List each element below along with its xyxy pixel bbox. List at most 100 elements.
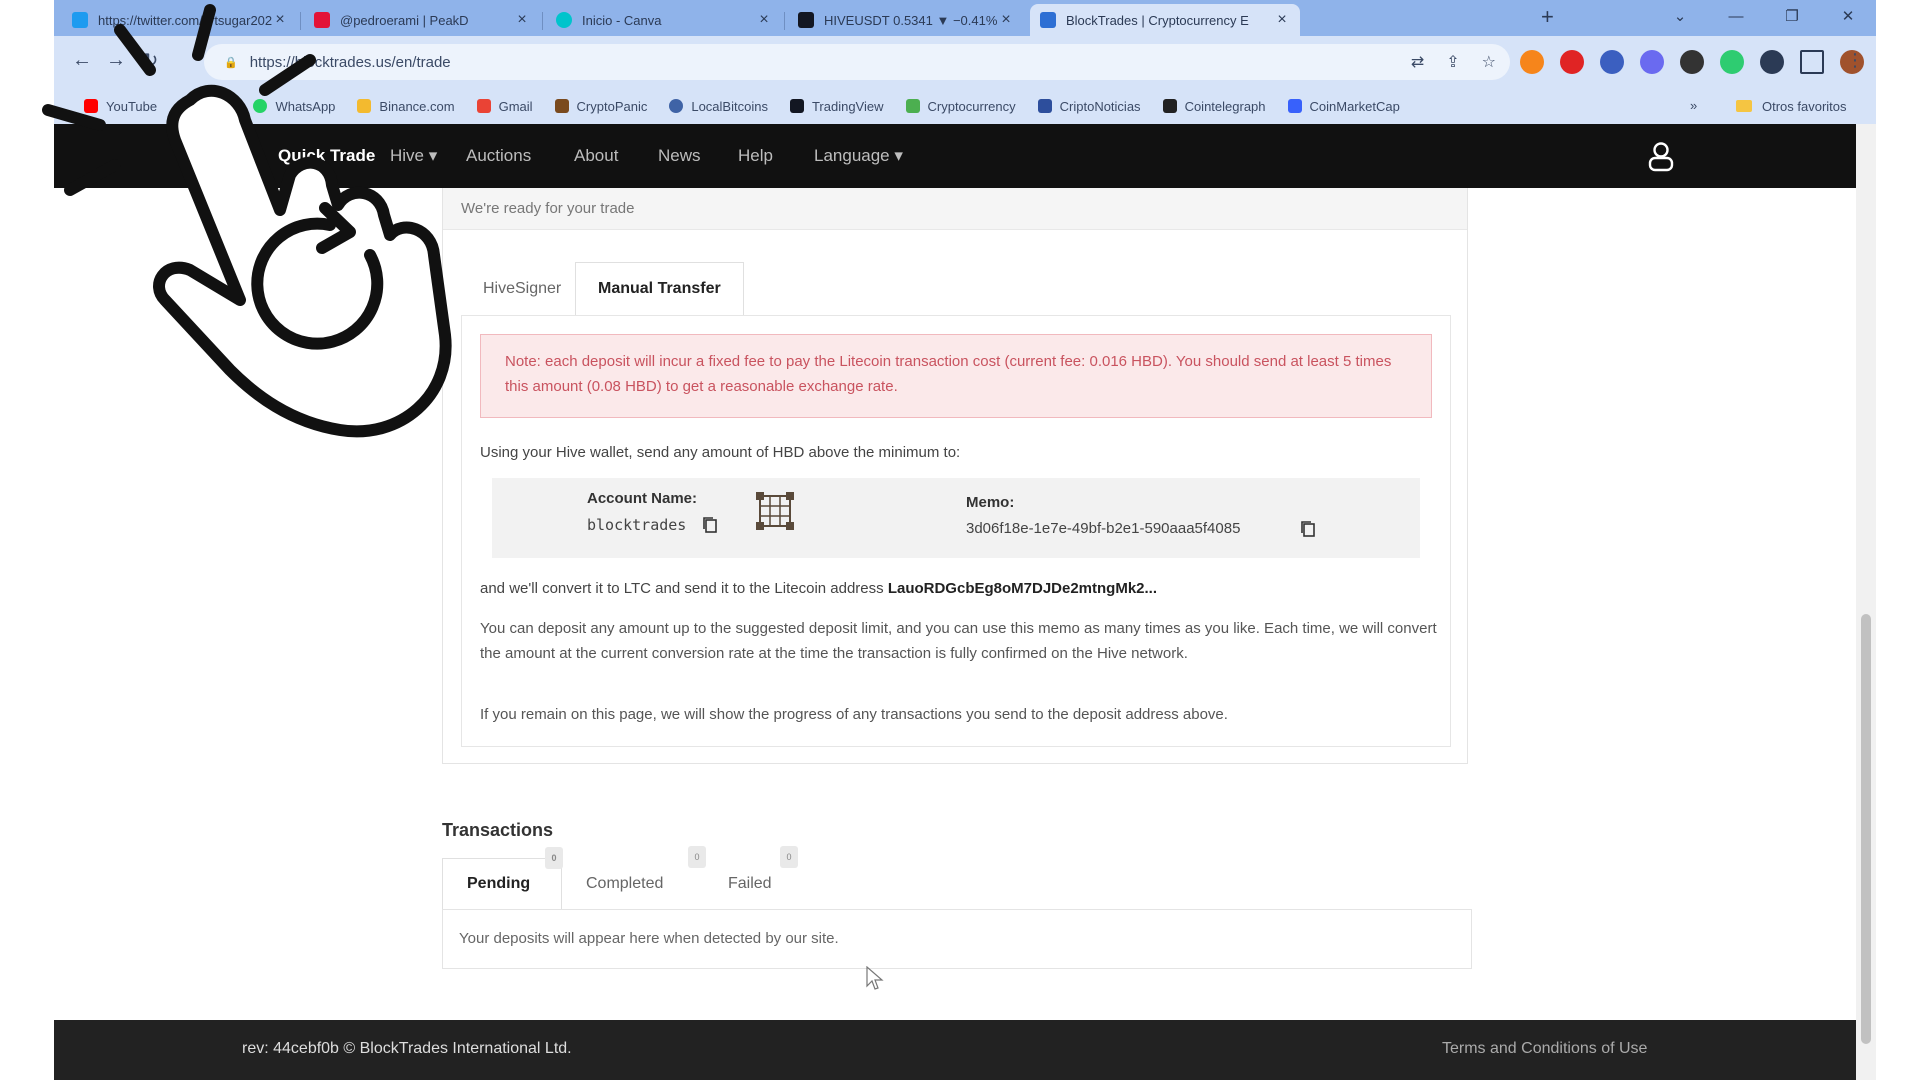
card-header: We're ready for your trade (443, 188, 1467, 230)
tab-title: Inicio - Canva (582, 12, 662, 28)
bookmark-label: YouTube (106, 98, 158, 114)
blocktrades-icon (1040, 12, 1056, 28)
browser-window: https://twitter.com/artsugar202 × @pedro… (54, 0, 1876, 1080)
tradingview-icon (789, 99, 804, 113)
screenshot-stage: https://twitter.com/artsugar202 × @pedro… (0, 0, 1920, 1080)
translate-icon[interactable]: ⇄ (1411, 52, 1424, 72)
count-badge: 0 (780, 846, 798, 868)
address-bar[interactable]: 🔒 https://blocktrades.us/en/trade ⇄ ⇪ ☆ (204, 44, 1510, 80)
reload-icon[interactable]: ↻ (138, 48, 162, 72)
close-icon[interactable]: × (756, 11, 772, 29)
copy-icon[interactable] (702, 516, 718, 534)
bookmark-binance[interactable]: Binance.com (357, 99, 455, 114)
metamask-icon[interactable] (1520, 50, 1544, 74)
bookmark-label: Drive (201, 98, 232, 114)
nav-about[interactable]: About (574, 146, 618, 166)
back-icon[interactable]: ← (70, 48, 94, 72)
nav-auctions[interactable]: Auctions (466, 146, 531, 166)
page-viewport: Quick Trade Hive ▾ Auctions About News H… (54, 124, 1876, 1080)
share-icon[interactable]: ⇪ (1446, 52, 1459, 72)
puzzle-icon[interactable] (1760, 50, 1784, 74)
restore-icon[interactable]: ❐ (1764, 0, 1820, 32)
memo-label: Memo: (966, 494, 1015, 511)
drive-icon (179, 99, 194, 113)
tab-manual-transfer[interactable]: Manual Transfer (575, 262, 744, 316)
other-bookmarks-folder[interactable]: Otros favoritos (1736, 88, 1847, 124)
tab-completed[interactable]: Completed 0 (562, 846, 706, 910)
more-bookmarks-button[interactable]: » (1690, 98, 1697, 113)
close-icon[interactable]: × (998, 11, 1014, 29)
user-icon[interactable] (1646, 140, 1676, 172)
tab-title: BlockTrades | Cryptocurrency E (1066, 12, 1249, 28)
tab-failed[interactable]: Failed 0 (704, 846, 814, 910)
transactions-panel: Your deposits will appear here when dete… (442, 909, 1472, 969)
nav-quick-trade[interactable]: Quick Trade (278, 146, 375, 166)
bookmark-cryptocurrency[interactable]: Cryptocurrency (905, 99, 1016, 114)
transactions-title: Transactions (442, 820, 554, 840)
progress-info-paragraph: If you remain on this page, we will show… (480, 706, 1228, 723)
blocktrades-logo[interactable] (214, 140, 234, 170)
close-icon[interactable]: × (272, 11, 288, 29)
bookmark-youtube[interactable]: YouTube (84, 99, 157, 114)
tab-search-icon[interactable]: ⌄ (1652, 0, 1708, 32)
tab-canva[interactable]: Inicio - Canva × (546, 4, 782, 36)
nav-hive[interactable]: Hive ▾ (390, 146, 437, 166)
qr-code-icon[interactable] (754, 490, 796, 532)
scrollbar-thumb[interactable] (1861, 614, 1871, 1044)
tab-hivesigner[interactable]: HiveSigner (461, 262, 583, 316)
close-icon[interactable]: × (1274, 11, 1290, 29)
extension-icon[interactable] (1680, 50, 1704, 74)
window-close-icon[interactable]: ✕ (1820, 0, 1876, 32)
count-badge: 0 (545, 847, 563, 869)
tab-peakd[interactable]: @pedroerami | PeakD × (304, 4, 540, 36)
tab-blocktrades[interactable]: BlockTrades | Cryptocurrency E × (1030, 4, 1300, 36)
site-footer: rev: 44cebf0b © BlockTrades Internationa… (54, 1020, 1856, 1080)
grammarly-icon[interactable] (1720, 50, 1744, 74)
bookmark-label: CriptoNoticias (1059, 98, 1141, 114)
empty-state-text: Your deposits will appear here when dete… (459, 930, 839, 947)
binance-icon (357, 99, 372, 113)
twitter-icon (72, 12, 88, 28)
litecoin-address: LauoRDGcbEg8oM7DJDe2mtngMk2... (887, 580, 1158, 597)
close-icon[interactable]: × (514, 11, 530, 29)
sidepanel-icon[interactable] (1800, 50, 1824, 74)
tab-tradingview[interactable]: HIVEUSDT 0.5341 ▼ −0.41% Si × (788, 4, 1024, 36)
extensions-bar (1520, 50, 1864, 74)
extension-icon[interactable] (1640, 50, 1664, 74)
deposit-details-box: Account Name: blocktrades Memo: 3d06f18e… (492, 478, 1420, 558)
bookmark-label: Gmail (498, 98, 533, 114)
bookmark-gmail[interactable]: Gmail (476, 98, 533, 114)
bookmark-localbitcoins[interactable]: LocalBitcoins (669, 99, 768, 114)
nav-help[interactable]: Help (738, 146, 773, 166)
nav-language[interactable]: Language ▾ (814, 146, 903, 166)
bookmark-tradingview[interactable]: TradingView (789, 99, 884, 114)
conversion-text: and we'll convert it to LTC and send it … (480, 580, 1157, 597)
terms-link[interactable]: Terms and Conditions of Use (1442, 1040, 1647, 1058)
page-scrollbar[interactable] (1856, 124, 1876, 1080)
nav-news[interactable]: News (658, 146, 701, 166)
bookmark-cointelegraph[interactable]: Cointelegraph (1162, 99, 1266, 114)
youtube-icon (84, 99, 98, 113)
bookmark-cryptopanic[interactable]: CryptoPanic (554, 99, 647, 114)
forward-icon[interactable]: → (104, 48, 128, 72)
tab-pending[interactable]: Pending 0 (442, 847, 563, 910)
gmail-icon (476, 99, 491, 113)
tab-twitter[interactable]: https://twitter.com/artsugar202 × (62, 4, 298, 36)
kebab-menu-icon[interactable]: ⋮ (1846, 50, 1864, 71)
bookmark-drive[interactable]: Drive (179, 99, 231, 114)
bookmark-label: LocalBitcoins (691, 98, 768, 114)
new-tab-button[interactable]: + (1541, 4, 1554, 30)
bookmark-coinmarketcap[interactable]: CoinMarketCap (1287, 99, 1400, 114)
extension-icon[interactable] (1560, 50, 1584, 74)
mouse-cursor-icon (866, 966, 884, 990)
fee-alert: Note: each deposit will incur a fixed fe… (480, 334, 1432, 418)
cryptopanic-icon (554, 99, 569, 113)
bookmark-whatsapp[interactable]: WhatsApp (253, 99, 335, 114)
extension-icon[interactable] (1600, 50, 1624, 74)
copy-icon[interactable] (1300, 520, 1316, 538)
bookmark-star-icon[interactable]: ☆ (1482, 52, 1496, 72)
bookmark-criptonoticias[interactable]: CriptoNoticias (1037, 98, 1141, 114)
tab-divider (300, 12, 301, 30)
omnibox-actions: ⇄ ⇪ ☆ (1411, 52, 1496, 72)
minimize-icon[interactable]: — (1708, 0, 1764, 32)
